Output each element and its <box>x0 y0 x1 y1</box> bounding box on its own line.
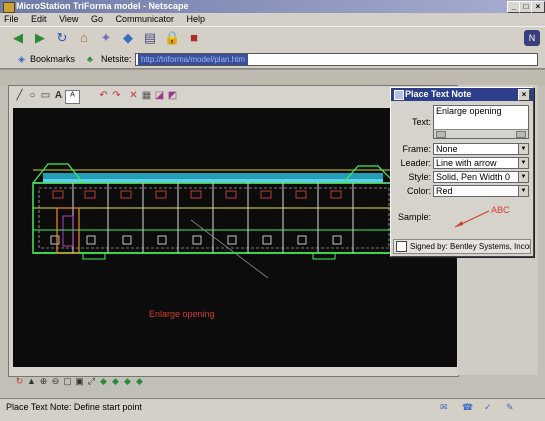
markup-icon[interactable]: ◩ <box>166 90 179 102</box>
window-title: MicroStation TriForma model - Netscape <box>16 1 189 11</box>
text-input-value: Enlarge opening <box>436 106 502 116</box>
undo-icon[interactable]: ↶ <box>97 90 110 102</box>
signed-by-text: Signed by: Bentley Systems, Incorporated <box>410 242 530 251</box>
browser-title-bar: MicroStation TriForma model - Netscape _… <box>0 0 545 13</box>
menu-help[interactable]: Help <box>187 14 206 24</box>
close-button[interactable]: × <box>531 1 545 13</box>
view-previous-icon[interactable]: ◆ <box>98 376 109 387</box>
netscape-app-icon <box>3 2 15 13</box>
forward-icon[interactable]: ▶ <box>32 30 48 46</box>
style-value: Solid, Pen Width 0 <box>436 172 511 182</box>
rectangle-tool-icon[interactable]: ▭ <box>39 90 52 102</box>
reload-icon[interactable]: ↻ <box>54 30 70 46</box>
frame-select[interactable]: None ▼ <box>433 143 529 155</box>
back-icon[interactable]: ◀ <box>10 30 26 46</box>
netsite-label: Netsite: <box>101 54 132 64</box>
frame-label: Frame: <box>402 144 431 154</box>
mail-status-icon: ✓ <box>484 402 492 412</box>
update-view-icon[interactable]: ↻ <box>14 376 25 387</box>
color-value: Red <box>436 186 453 196</box>
netscape-logo-icon: N <box>524 30 540 46</box>
copy-view-icon[interactable]: ◆ <box>122 376 133 387</box>
menu-view[interactable]: View <box>59 14 78 24</box>
security-status-icon: ✉ <box>440 402 448 412</box>
window-area-icon[interactable]: ▢ <box>62 376 73 387</box>
chevron-down-icon: ▼ <box>518 186 528 196</box>
security-icon[interactable]: 🔒 <box>164 30 180 46</box>
properties-icon[interactable]: ▦ <box>140 90 153 102</box>
netsite-icon: ♣ <box>87 54 93 64</box>
scroll-right-icon[interactable] <box>516 131 526 138</box>
frame-value: None <box>436 144 458 154</box>
scroll-left-icon[interactable] <box>436 131 446 138</box>
rotate-view-icon[interactable]: ⤢ <box>86 376 97 387</box>
pan-icon[interactable]: ▲ <box>26 376 37 387</box>
leader-select[interactable]: Line with arrow ▼ <box>433 157 529 169</box>
menu-file[interactable]: File <box>4 14 19 24</box>
dialog-icon <box>394 90 404 100</box>
chevron-down-icon: ▼ <box>518 172 528 182</box>
url-text: http://triforma/model/plan.htm <box>138 54 249 65</box>
signature-icon <box>396 241 407 252</box>
composer-status-icon: ✎ <box>506 402 514 412</box>
style-select[interactable]: Solid, Pen Width 0 ▼ <box>433 171 529 183</box>
leader-value: Line with arrow <box>436 158 497 168</box>
zoom-in-icon[interactable]: ⊕ <box>38 376 49 387</box>
delete-icon[interactable]: ✕ <box>127 90 140 102</box>
view-control-toolbar: ↻ ▲ ⊕ ⊖ ▢ ▣ ⤢ ◆ ◆ ◆ ◆ <box>14 375 314 389</box>
color-select[interactable]: Red ▼ <box>433 185 529 197</box>
dialog-title: Place Text Note <box>405 89 472 99</box>
menu-communicator[interactable]: Communicator <box>115 14 174 24</box>
signature-strip: Signed by: Bentley Systems, Incorporated <box>393 239 531 254</box>
annotation-text: Enlarge opening <box>149 309 215 319</box>
menu-go[interactable]: Go <box>91 14 103 24</box>
bookmarks-button[interactable]: Bookmarks <box>30 50 75 68</box>
line-tool-icon[interactable]: ╱ <box>13 90 26 102</box>
status-bar: Place Text Note: Define start point ✉ ☎ … <box>0 398 545 421</box>
dialog-title-bar[interactable]: Place Text Note × <box>391 88 533 101</box>
tab-strip <box>0 69 545 86</box>
view-next-icon[interactable]: ◆ <box>110 376 121 387</box>
sample-label: Sample: <box>397 212 431 222</box>
redo-icon[interactable]: ↷ <box>110 90 123 102</box>
stop-icon[interactable]: ■ <box>186 30 202 46</box>
print-icon[interactable]: ▤ <box>142 30 158 46</box>
fit-view-icon[interactable]: ▣ <box>74 376 85 387</box>
circle-tool-icon[interactable]: ○ <box>26 90 39 102</box>
bookmarks-icon: ◈ <box>18 54 25 64</box>
menu-edit[interactable]: Edit <box>31 14 47 24</box>
zoom-out-icon[interactable]: ⊖ <box>50 376 61 387</box>
style-label: Style: <box>408 172 431 182</box>
text-input[interactable]: Enlarge opening <box>433 105 529 139</box>
text-scrollbar[interactable] <box>434 129 528 138</box>
camera-icon[interactable]: ◆ <box>134 376 145 387</box>
search-icon[interactable]: ✦ <box>98 30 114 46</box>
sample-text: ABC <box>491 205 510 215</box>
url-input[interactable]: http://triforma/model/plan.htm <box>135 53 538 66</box>
text-note-tool-icon[interactable]: ᴬ <box>65 90 80 104</box>
text-label: Text: <box>411 117 431 127</box>
text-tool-icon[interactable]: A <box>52 90 65 102</box>
chevron-down-icon: ▼ <box>518 144 528 154</box>
location-bar: ◈ Bookmarks ♣ Netsite: http://triforma/m… <box>0 50 545 69</box>
home-icon[interactable]: ⌂ <box>76 30 92 46</box>
guide-icon[interactable]: ◆ <box>120 30 136 46</box>
online-status-icon: ☎ <box>462 402 474 412</box>
sample-preview: ABC <box>454 205 510 228</box>
measure-icon[interactable]: ◪ <box>153 90 166 102</box>
navigation-toolbar: ◀ ▶ ↻ ⌂ ✦ ◆ ▤ 🔒 ■ N <box>0 26 545 52</box>
place-text-note-dialog: Place Text Note × Text: Enlarge opening … <box>390 87 534 257</box>
dialog-close-button[interactable]: × <box>518 89 530 101</box>
chevron-down-icon: ▼ <box>518 158 528 168</box>
color-label: Color: <box>406 186 431 196</box>
leader-label: Leader: <box>400 158 431 168</box>
menu-bar: File Edit View Go Communicator Help <box>0 13 545 26</box>
status-prompt: Place Text Note: Define start point <box>6 402 142 412</box>
